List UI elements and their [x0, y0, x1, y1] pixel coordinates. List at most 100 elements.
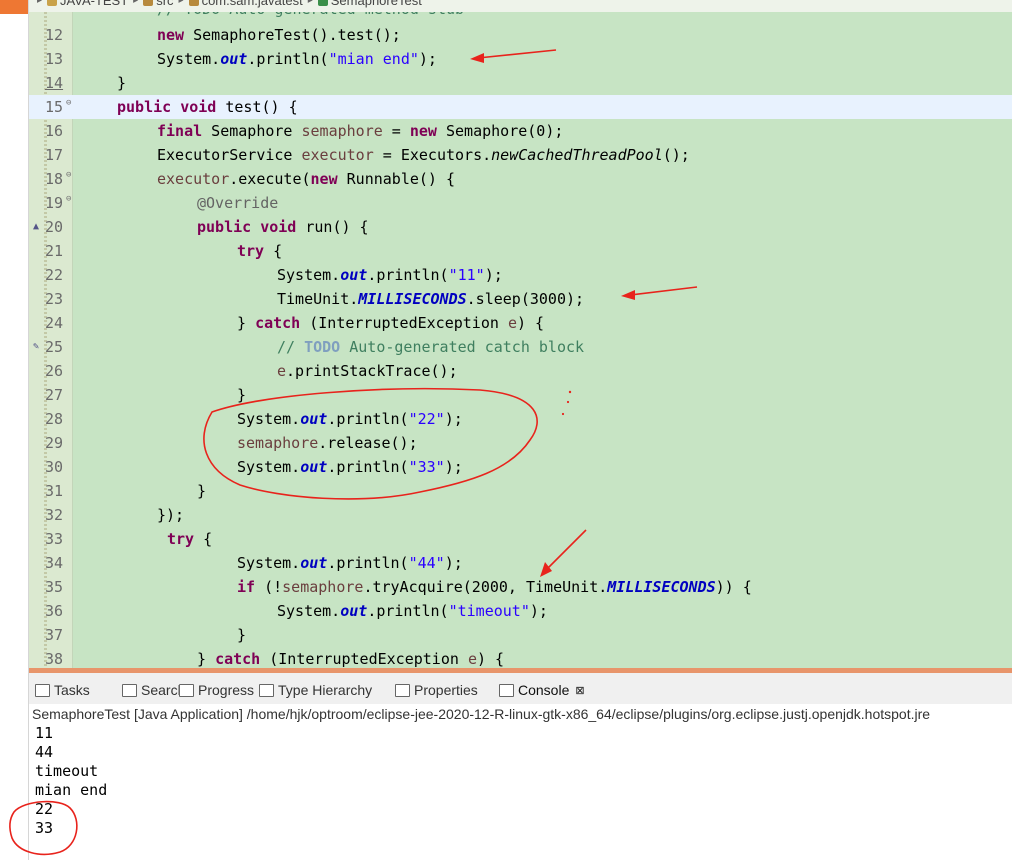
code-line[interactable]: 21 try { [29, 239, 1012, 263]
line-number: 36 [45, 602, 64, 620]
console-line: timeout [35, 762, 99, 780]
code-text: // TODO Auto-generated catch block [277, 338, 585, 356]
line-number: 35 [45, 578, 64, 596]
code-line[interactable]: 38} catch (InterruptedException e) { [29, 647, 1012, 668]
breadcrumb-item-icon [143, 0, 154, 6]
fold-toggle-icon[interactable]: ⊖ [66, 91, 71, 115]
tab-label: Type Hierarchy [278, 682, 373, 698]
code-line-partial: // TODO Auto-generated method stub [29, 12, 1012, 21]
code-line[interactable]: 23 TimeUnit.MILLISECONDS.sleep(3000); [29, 287, 1012, 311]
progress-icon [179, 683, 194, 697]
code-line[interactable]: 24 } catch (InterruptedException e) { [29, 311, 1012, 335]
code-text: final Semaphore semaphore = new Semaphor… [157, 122, 564, 140]
line-number: 32 [45, 506, 64, 524]
search-icon [122, 683, 137, 697]
line-number: 27 [45, 386, 64, 404]
code-text: } [237, 626, 247, 644]
code-text: }); [157, 506, 185, 524]
line-number: 16 [45, 122, 64, 140]
code-line[interactable]: 37} [29, 623, 1012, 647]
type-hierarchy-icon [259, 683, 274, 697]
code-line[interactable]: 29 semaphore.release(); [29, 431, 1012, 455]
code-text: new SemaphoreTest().test(); [157, 26, 401, 44]
console-line: mian end [35, 781, 108, 799]
breadcrumb-item-icon [188, 0, 199, 6]
code-text: try { [167, 530, 213, 548]
code-line[interactable]: 17 ExecutorService executor = Executors.n… [29, 143, 1012, 167]
code-text: if (!semaphore.tryAcquire(2000, TimeUnit… [237, 578, 752, 596]
code-text: TimeUnit.MILLISECONDS.sleep(3000); [277, 290, 585, 308]
breadcrumb: ▸ JAVA-TEST ▸ src ▸ com.sam.javatest ▸ Semaphor… [29, 0, 1012, 12]
close-icon[interactable]: ⊠ [575, 684, 584, 697]
line-number: 29 [45, 434, 64, 452]
fold-toggle-icon[interactable]: ⊖ [66, 187, 71, 211]
code-line[interactable]: 12 new SemaphoreTest().test(); [29, 23, 1012, 47]
line-number: 25 [45, 338, 64, 356]
breadcrumb-item[interactable]: JAVA-TEST [60, 0, 128, 8]
code-text: } catch (InterruptedException e) { [237, 314, 545, 332]
code-line[interactable]: 16 final Semaphore semaphore = new Semaph… [29, 119, 1012, 143]
code-text: } [237, 386, 247, 404]
code-line[interactable]: 34 System.out.println("44"); [29, 551, 1012, 575]
code-line[interactable]: 30 System.out.println("33"); [29, 455, 1012, 479]
code-line[interactable]: 35 if (!semaphore.tryAcquire(2000, TimeUn… [29, 575, 1012, 599]
code-editor[interactable]: // TODO Auto-generated method stub 12 new … [29, 12, 1012, 668]
code-line[interactable]: 31} [29, 479, 1012, 503]
breadcrumb-separator-icon: ▸ [307, 0, 313, 6]
tab-label: Tasks [54, 682, 90, 698]
console-output[interactable]: 11 44 timeout mian end 22 33 [29, 724, 1012, 860]
code-line[interactable]: 13 System.out.println("mian end"); [29, 47, 1012, 71]
breadcrumb-item[interactable]: com.sam.javatest [202, 0, 303, 8]
code-line[interactable]: 18 ⊖ executor.execute(new Runnable() { [29, 167, 1012, 191]
fold-toggle-icon[interactable]: ⊖ [66, 163, 71, 187]
tab-label: Progress [198, 682, 255, 698]
code-line[interactable]: 28 System.out.println("22"); [29, 407, 1012, 431]
breadcrumb-item[interactable]: SemaphoreTest [331, 0, 422, 8]
code-line[interactable]: 15 ⊖ public void test() { [29, 95, 1012, 119]
code-text: public void run() { [197, 218, 369, 236]
console-line: 44 [35, 743, 54, 761]
code-line[interactable]: 36 System.out.println("timeout"); [29, 599, 1012, 623]
tab-label: Properties [414, 682, 478, 698]
code-line[interactable]: 20 ▲ public void run() { [29, 215, 1012, 239]
line-number: 31 [45, 482, 64, 500]
line-number: 38 [45, 650, 64, 668]
code-text: } [197, 482, 207, 500]
console-icon [499, 683, 514, 697]
console-line: 22 [35, 800, 54, 818]
console-line: 11 [35, 724, 54, 742]
tab-tasks[interactable]: Tasks [35, 682, 90, 698]
tab-search[interactable]: Search [122, 682, 185, 698]
code-text: } [117, 74, 127, 92]
code-line[interactable]: 32}); [29, 503, 1012, 527]
code-line[interactable]: 14} [29, 71, 1012, 95]
left-trim [0, 0, 28, 860]
orange-tab-marker [0, 0, 28, 14]
console-title: SemaphoreTest [Java Application] /home/h… [29, 704, 1012, 725]
tab-type-hierarchy[interactable]: Type Hierarchy [259, 682, 372, 698]
code-text: System.out.println("timeout"); [277, 602, 548, 620]
tab-console[interactable]: Console ⊠ [499, 682, 585, 698]
code-line[interactable]: 19 ⊖ @Override [29, 191, 1012, 215]
code-text: System.out.println("33"); [237, 458, 463, 476]
tab-progress[interactable]: Progress [179, 682, 254, 698]
code-line[interactable]: 33 try { [29, 527, 1012, 551]
code-text: executor.execute(new Runnable() { [157, 170, 456, 188]
tasks-icon [35, 683, 50, 697]
tab-properties[interactable]: Properties [395, 682, 478, 698]
code-text: System.out.println("11"); [277, 266, 503, 284]
code-text: @Override [197, 194, 279, 212]
code-line[interactable]: 25 ✎ // TODO Auto-generated catch block [29, 335, 1012, 359]
breadcrumb-separator-icon: ▸ [37, 0, 43, 6]
breadcrumb-item-icon [47, 0, 58, 6]
code-text: public void test() { [117, 98, 298, 116]
code-line[interactable]: 27} [29, 383, 1012, 407]
line-number: 12 [45, 26, 64, 44]
line-number: 37 [45, 626, 64, 644]
console-line: 33 [35, 819, 54, 837]
code-line[interactable]: 22 System.out.println("11"); [29, 263, 1012, 287]
code-line[interactable]: 26 e.printStackTrace(); [29, 359, 1012, 383]
line-number: 24 [45, 314, 64, 332]
code-text: try { [237, 242, 283, 260]
breadcrumb-item[interactable]: src [156, 0, 173, 8]
